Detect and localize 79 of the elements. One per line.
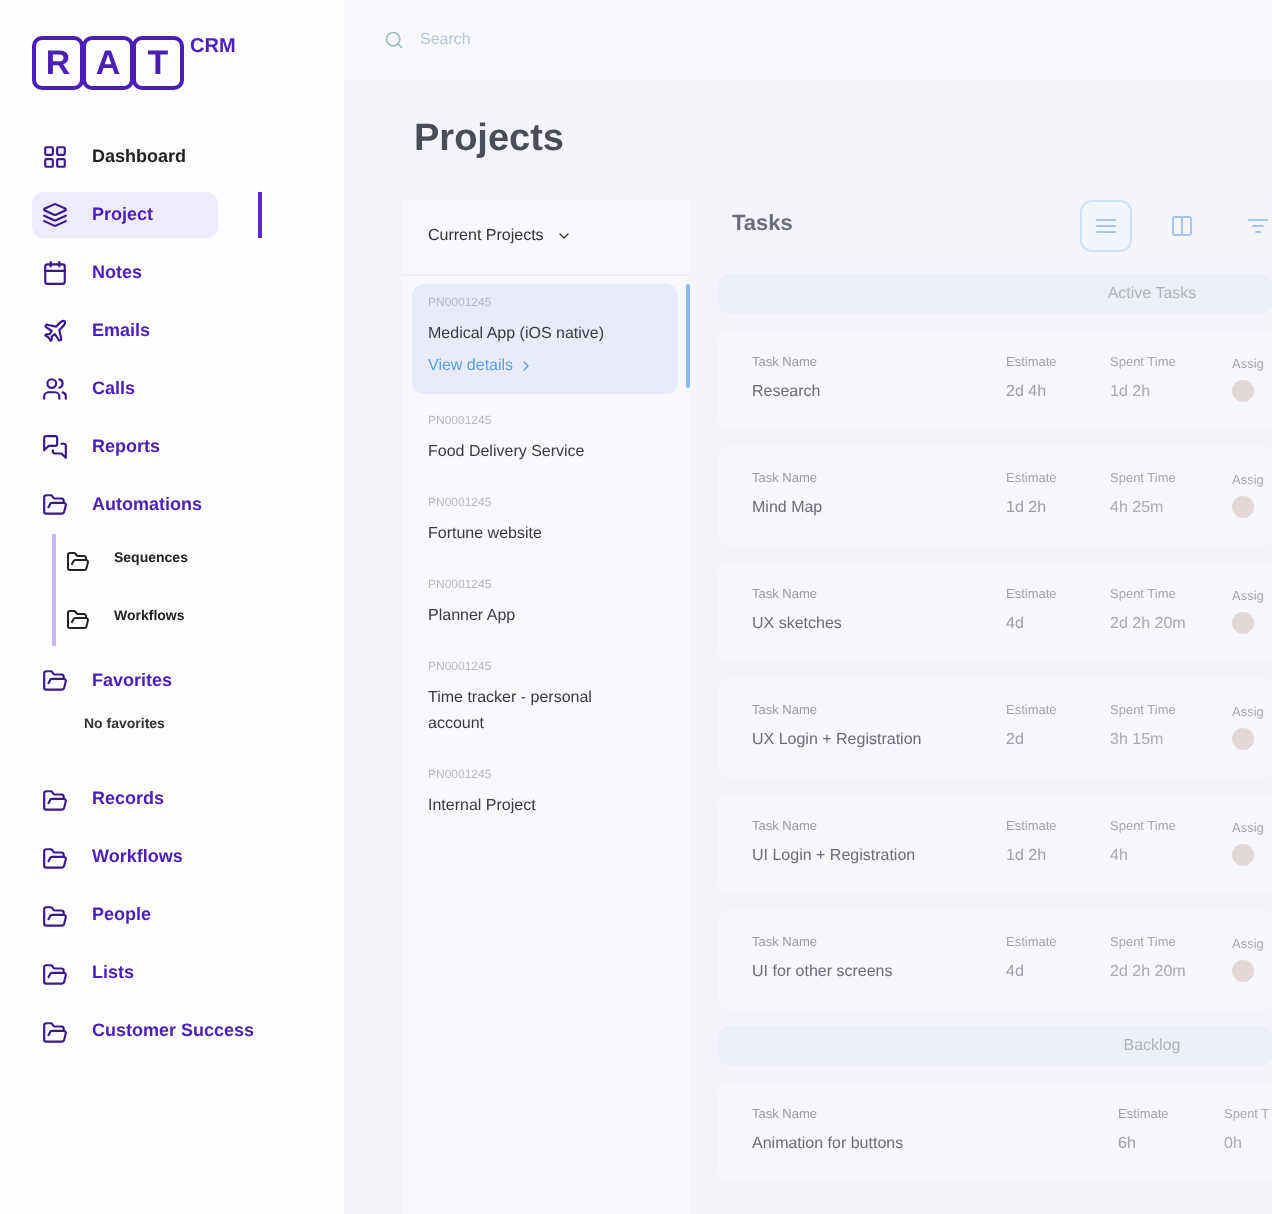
folder-icon <box>42 492 68 518</box>
task-name: Animation for buttons <box>752 1131 906 1156</box>
folder-icon <box>66 607 90 631</box>
task-estimate: 1d 2h <box>1006 843 1049 868</box>
assignee-avatar <box>1232 496 1254 519</box>
calendar-icon <box>42 260 68 286</box>
sidebar-item[interactable]: Notes <box>32 250 218 296</box>
list-icon <box>1094 213 1118 237</box>
chat-icon <box>42 434 68 460</box>
logo-letter: A <box>82 36 134 90</box>
task-estimate: 6h <box>1118 1131 1138 1156</box>
task-name: Research <box>752 379 823 404</box>
task-spent: 0h <box>1224 1131 1244 1156</box>
task-estimate: 4d <box>1006 959 1026 984</box>
task-name: UI Login + Registration <box>752 843 918 868</box>
group-title: Backlog <box>1121 1033 1183 1057</box>
project-name: Planner App <box>428 603 518 627</box>
folder-icon <box>42 1019 68 1045</box>
task-name: UX sketches <box>752 611 844 636</box>
assignee-avatar <box>1232 844 1254 867</box>
task-name: Mind Map <box>752 495 825 520</box>
task-spent: 2d 2h 20m <box>1110 611 1188 636</box>
folder-icon <box>42 903 68 929</box>
projects-filter[interactable]: Current Projects <box>402 199 690 275</box>
sidebar-item[interactable]: Dashboard <box>32 134 218 180</box>
view-toggle[interactable] <box>1080 199 1132 251</box>
sidebar-item[interactable]: Lists <box>32 951 218 997</box>
columns-icon <box>1170 213 1194 237</box>
page-title: Projects <box>414 116 566 164</box>
project-name: Time tracker - personal account <box>428 685 594 735</box>
sidebar-item[interactable]: Calls <box>32 366 218 412</box>
logo-suffix: CRM <box>190 34 236 62</box>
plane-icon <box>42 318 68 344</box>
task-spent: 2d 2h 20m <box>1110 959 1188 984</box>
task-estimate: 2d <box>1006 727 1026 752</box>
project-name: Food Delivery Service <box>428 439 587 463</box>
grid-icon <box>42 144 68 170</box>
folder-icon <box>66 549 90 573</box>
folder-icon <box>42 845 68 871</box>
folder-icon <box>42 961 68 987</box>
tasks-title: Tasks <box>732 210 795 241</box>
assignee-avatar <box>1232 612 1254 635</box>
sidebar-item[interactable]: Records <box>32 777 218 823</box>
assignee-avatar <box>1232 960 1254 983</box>
folder-icon <box>42 787 68 813</box>
active-indicator <box>258 192 262 238</box>
assignee-avatar <box>1232 380 1254 403</box>
task-spent: 4h 25m <box>1110 495 1166 520</box>
filter-icon <box>1246 213 1270 237</box>
sidebar-item[interactable]: Customer Success <box>32 1009 263 1055</box>
project-name: Fortune website <box>428 521 544 545</box>
task-name: UI for other screens <box>752 959 895 984</box>
sidebar-item[interactable]: People <box>32 893 218 939</box>
search-icon <box>384 30 404 50</box>
sidebar-item[interactable]: Workflows <box>32 835 218 881</box>
logo-letter: R <box>32 36 84 90</box>
logo-letter: T <box>132 36 184 90</box>
sidebar-item[interactable]: Automations <box>32 482 218 528</box>
project-name: Medical App (iOS native) <box>428 321 607 345</box>
task-spent: 4h <box>1110 843 1130 868</box>
sidebar-item[interactable]: Reports <box>32 424 218 470</box>
group-title: Active Tasks <box>1105 281 1199 305</box>
sidebar-item[interactable]: Favorites <box>32 658 218 704</box>
sidebar-item[interactable]: Emails <box>32 308 218 354</box>
folder-icon <box>42 668 68 694</box>
task-estimate: 4d <box>1006 611 1026 636</box>
assignee-avatar <box>1232 728 1254 751</box>
task-estimate: 1d 2h <box>1006 495 1049 520</box>
project-name: Internal Project <box>428 793 538 817</box>
layers-icon <box>42 202 68 228</box>
task-estimate: 2d 4h <box>1006 379 1049 404</box>
search-field[interactable]: Search <box>420 28 820 52</box>
task-spent: 1d 2h <box>1110 379 1153 404</box>
people-icon <box>42 376 68 402</box>
sidebar-item[interactable]: Project <box>32 192 218 238</box>
task-name: UX Login + Registration <box>752 727 924 752</box>
scrollbar <box>686 283 690 387</box>
task-spent: 3h 15m <box>1110 727 1166 752</box>
chevron-down-icon <box>555 228 572 244</box>
